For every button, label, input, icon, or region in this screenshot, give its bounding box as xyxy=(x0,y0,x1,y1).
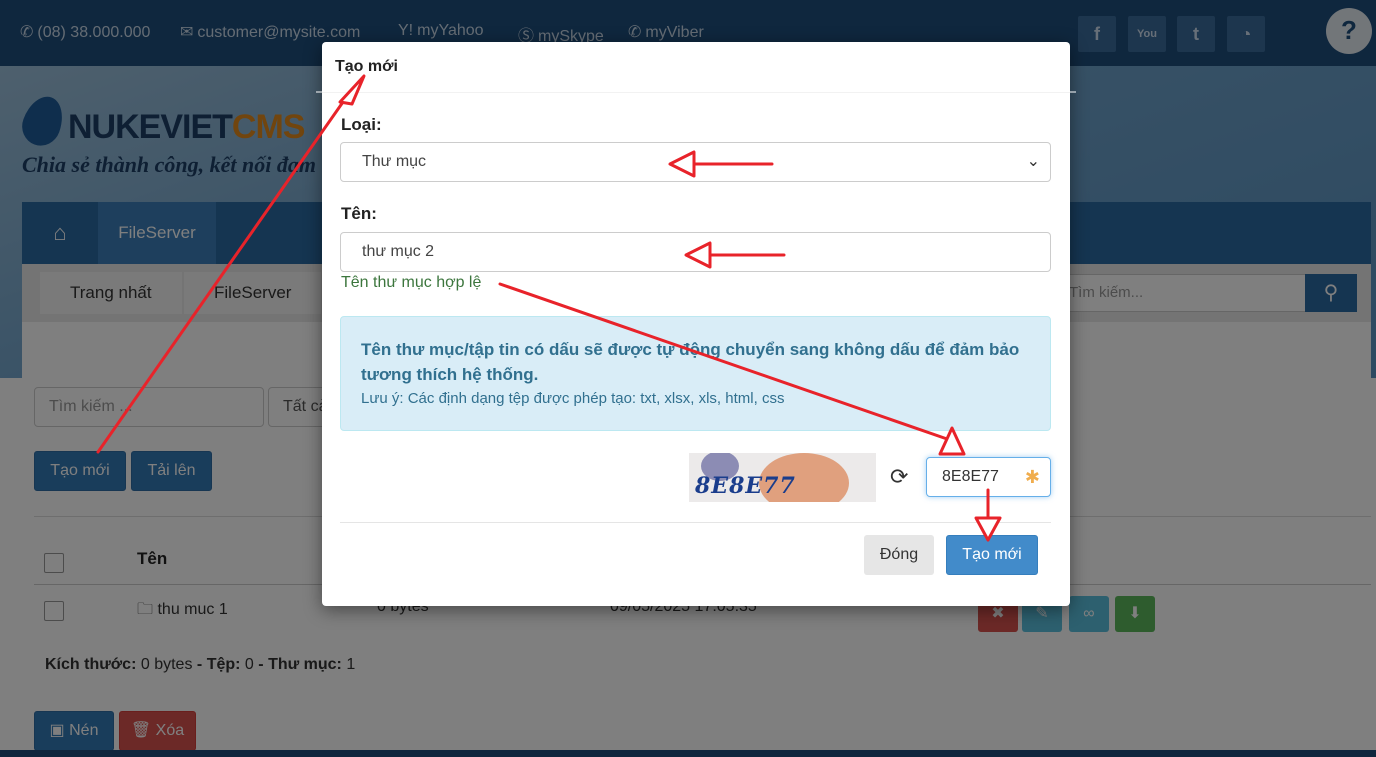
type-select[interactable]: Thư mục ⌄ xyxy=(340,142,1051,182)
name-input[interactable]: thư mục 2 xyxy=(340,232,1051,272)
refresh-captcha-icon[interactable]: ⟳ xyxy=(890,464,908,490)
required-asterisk-icon: ✱ xyxy=(1024,467,1040,487)
submit-create-button[interactable]: Tạo mới xyxy=(946,535,1038,575)
chevron-down-icon: ⌄ xyxy=(1026,153,1040,170)
info-alert-strong: Tên thư mục/tập tin có dấu sẽ được tự độ… xyxy=(361,340,1020,384)
type-label: Loại: xyxy=(341,115,382,134)
dialog-header-divider xyxy=(322,92,1070,93)
info-alert-note: Lưu ý: Các định dạng tệp được phép tạo: … xyxy=(361,390,785,407)
info-alert: Tên thư mục/tập tin có dấu sẽ được tự độ… xyxy=(340,316,1051,431)
dialog-title: Tạo mới xyxy=(335,58,398,75)
name-validation-message: Tên thư mục hợp lệ xyxy=(341,274,482,291)
name-label: Tên: xyxy=(341,204,377,223)
create-dialog: Tạo mới Loại: Thư mục ⌄ Tên: thư mục 2 T… xyxy=(322,42,1070,606)
close-button[interactable]: Đóng xyxy=(864,535,934,575)
captcha-image: 8E8E77 xyxy=(689,453,876,502)
captcha-image-text: 8E8E77 xyxy=(695,473,796,499)
captcha-input[interactable]: 8E8E77 ✱ xyxy=(926,457,1051,497)
dialog-footer-divider xyxy=(340,522,1051,523)
